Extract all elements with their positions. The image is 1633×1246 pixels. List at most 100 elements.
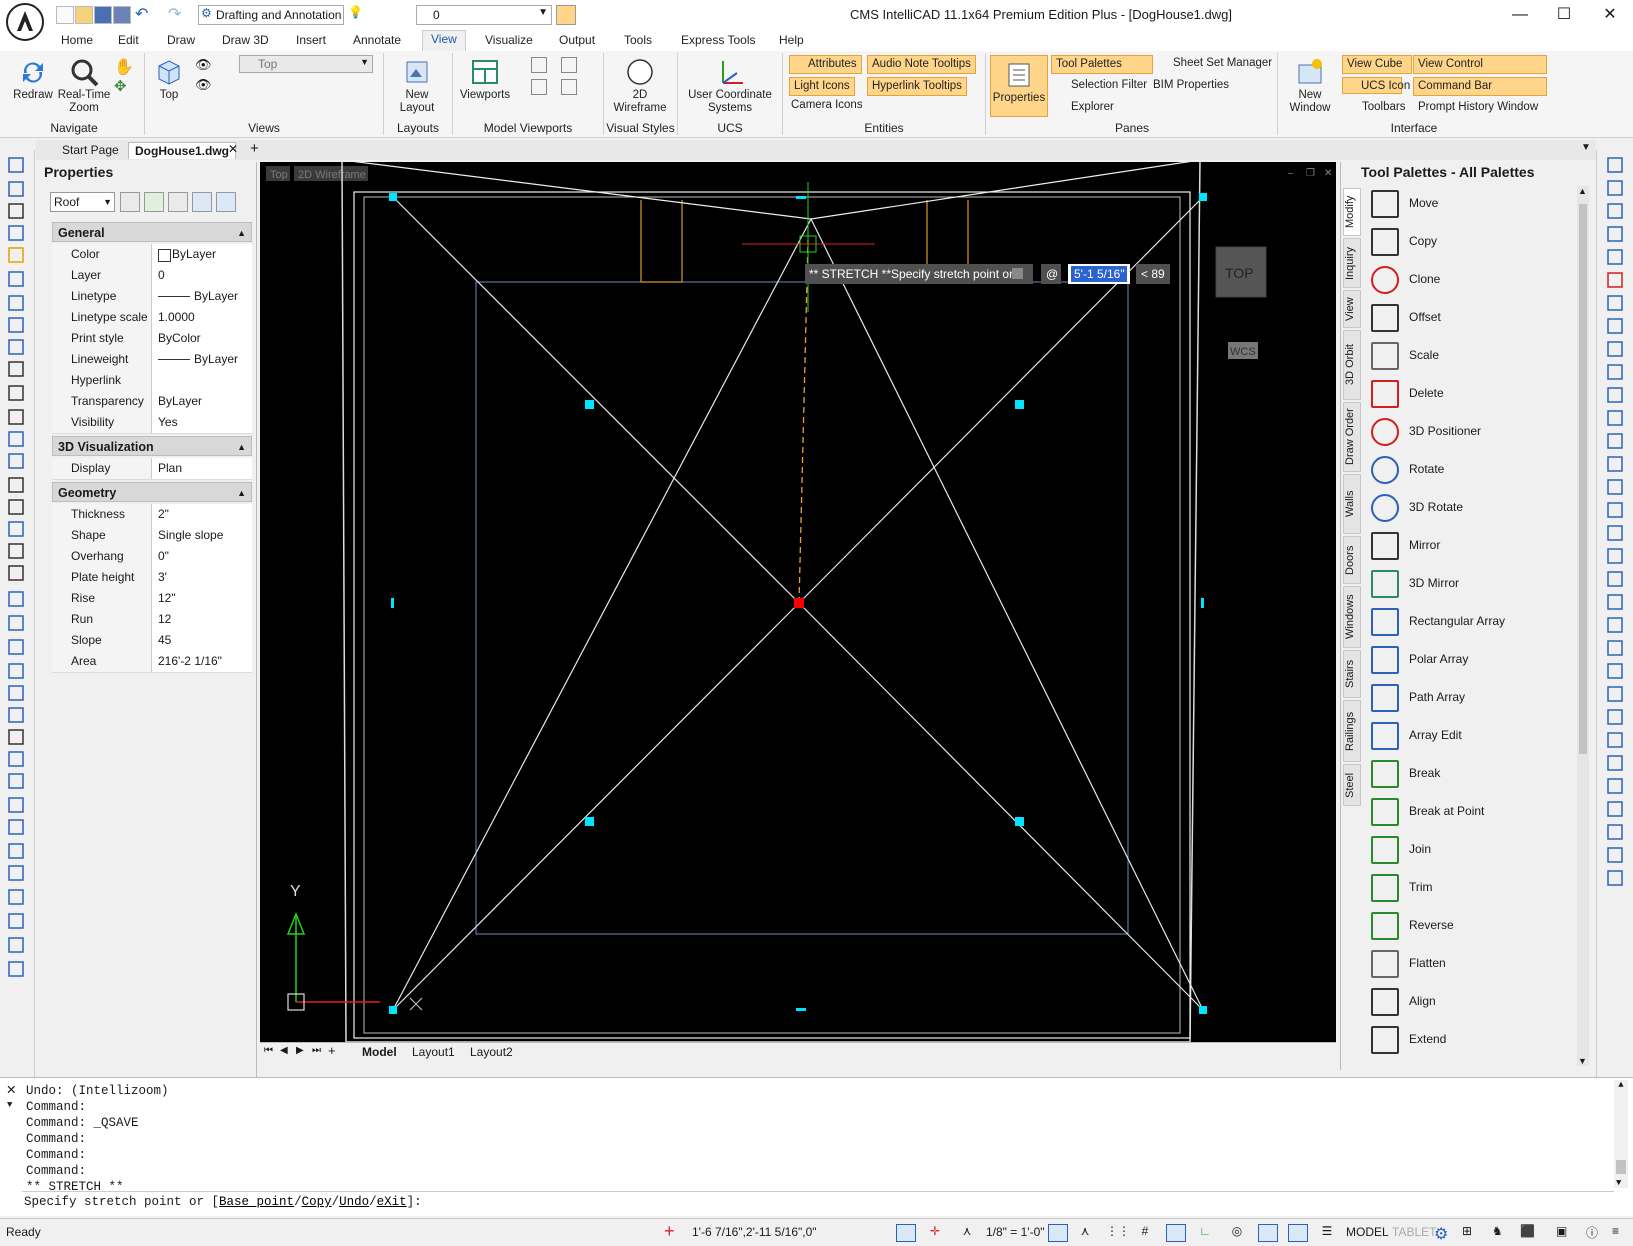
property-row[interactable]: Plate height 3' (52, 567, 252, 589)
filter-clear-icon[interactable] (216, 192, 236, 212)
draw-tool-icon[interactable] (8, 865, 24, 881)
tab-express-tools[interactable]: Express Tools (681, 33, 755, 47)
viewport-join-icon[interactable] (531, 57, 547, 73)
draw-tool-icon[interactable] (8, 317, 24, 333)
property-row[interactable]: Overhang 0" (52, 546, 252, 568)
annotation-scale-icon[interactable]: ⋏ (958, 1224, 976, 1240)
grid-snap-icon[interactable]: ✛ (926, 1224, 944, 1240)
tool-join[interactable]: Join (1371, 832, 1581, 868)
layout-tab-layout2[interactable]: Layout2 (470, 1045, 513, 1059)
tab-draw-3d[interactable]: Draw 3D (222, 33, 269, 47)
layout-tab-model[interactable]: Model (362, 1045, 397, 1059)
draw-tool-icon[interactable] (8, 181, 24, 197)
draw-tool-icon[interactable] (8, 431, 24, 447)
property-value[interactable]: 12" (154, 588, 255, 609)
draw-tool-icon[interactable] (8, 247, 24, 263)
toggle-pickadd-icon[interactable] (120, 192, 140, 212)
view-manager-icon[interactable]: 👁 (195, 77, 212, 93)
draw-tool-icon[interactable] (8, 339, 24, 355)
tool-scale[interactable]: Scale (1371, 338, 1581, 374)
option-undo[interactable]: Undo (339, 1195, 369, 1209)
tool-array-edit[interactable]: Array Edit (1371, 718, 1581, 754)
new-window-button[interactable]: New Window (1282, 57, 1338, 115)
property-value[interactable]: Yes (154, 412, 255, 433)
doctab-doghouse[interactable]: DogHouse1.dwg (128, 142, 237, 159)
modify-tool-icon[interactable] (1607, 341, 1623, 357)
scroll-up-icon[interactable]: ▲ (1614, 1080, 1628, 1090)
palette-tab-draw-order[interactable]: Draw Order (1343, 402, 1361, 472)
palette-tab-walls[interactable]: Walls (1343, 474, 1361, 534)
layer-combo[interactable]: 0 ▼ (416, 5, 552, 25)
select-objects-icon[interactable] (144, 192, 164, 212)
hardware-accel-icon[interactable]: ♞ (1492, 1224, 1510, 1240)
collapse-icon[interactable]: ▲ (237, 483, 246, 503)
property-value[interactable]: 45 (154, 630, 255, 651)
draw-tool-icon[interactable] (8, 409, 24, 425)
draw-tool-icon[interactable] (8, 615, 24, 631)
panel-label-interface[interactable]: Interface (1280, 121, 1548, 135)
tool-extend[interactable]: Extend (1371, 1022, 1581, 1058)
property-value[interactable]: ByLayer (154, 391, 255, 412)
property-value[interactable]: 0" (154, 546, 255, 567)
property-value[interactable] (154, 370, 255, 391)
tool-break-at-point[interactable]: Break at Point (1371, 794, 1581, 830)
prev-tab-icon[interactable]: ◀ (280, 1045, 288, 1056)
tab-insert[interactable]: Insert (296, 33, 326, 47)
collapse-icon[interactable]: ▲ (237, 437, 246, 457)
modify-tool-icon[interactable] (1607, 571, 1623, 587)
view-combo[interactable]: Top ▼ (239, 55, 373, 73)
viewport-restore-icon[interactable] (531, 79, 547, 95)
palette-tab-doors[interactable]: Doors (1343, 536, 1361, 584)
draw-tool-icon[interactable] (8, 453, 24, 469)
tab-visualize[interactable]: Visualize (485, 33, 533, 47)
modify-tool-icon[interactable] (1607, 709, 1623, 725)
tool-align[interactable]: Align (1371, 984, 1581, 1020)
property-row[interactable]: Lineweight ByLayer (52, 349, 252, 371)
annotation-scale[interactable]: 1/8" = 1'-0" (986, 1225, 1045, 1239)
view-label[interactable]: Top (270, 169, 288, 181)
tool-polar-array[interactable]: Polar Array (1371, 642, 1581, 678)
palette-scrollbar[interactable]: ▲ ▼ (1577, 186, 1589, 1066)
property-value[interactable]: ByLayer (154, 244, 269, 265)
tab-draw[interactable]: Draw (167, 33, 195, 47)
draw-tool-icon[interactable] (8, 729, 24, 745)
isolate-icon[interactable]: ⬛ (1520, 1224, 1538, 1240)
redo-icon[interactable]: ↷ (168, 4, 181, 24)
tool-delete[interactable]: Delete (1371, 376, 1581, 412)
property-row[interactable]: Slope 45 (52, 630, 252, 652)
layer-properties-icon[interactable] (556, 5, 576, 25)
close-icon[interactable]: ✕ (1590, 4, 1630, 26)
palette-tab-stairs[interactable]: Stairs (1343, 650, 1361, 698)
property-value[interactable]: Plan (154, 458, 255, 479)
command-window[interactable]: ✕ ▼ Undo: (Intellizoom) Command: Command: … (0, 1077, 1633, 1216)
modify-tool-icon[interactable] (1607, 617, 1623, 633)
modify-tool-icon[interactable] (1607, 525, 1623, 541)
grip[interactable] (389, 193, 397, 201)
modify-tool-icon[interactable] (1607, 663, 1623, 679)
viewport-convert-icon[interactable] (561, 79, 577, 95)
drawing-canvas[interactable]: Top 2D Wireframe – ❐ ✕ ** STRETCH **Spec… (260, 162, 1336, 1042)
sheet-set-manager-button[interactable]: Sheet Set Manager (1173, 57, 1272, 69)
property-group[interactable]: 3D Visualization ▲ (52, 436, 252, 456)
property-row[interactable]: Display represe...Plan (52, 458, 255, 496)
draw-tool-icon[interactable] (8, 271, 24, 287)
workspace-icon[interactable]: ⊞ (1462, 1224, 1480, 1240)
modify-tool-icon[interactable] (1607, 801, 1623, 817)
option-copy[interactable]: Copy (302, 1195, 332, 1209)
modify-tool-icon[interactable] (1607, 410, 1623, 426)
option-base-point[interactable]: Base point (219, 1195, 294, 1209)
palette-tab-steel[interactable]: Steel (1343, 764, 1361, 806)
tool-3d-rotate[interactable]: 3D Rotate (1371, 490, 1581, 526)
save-icon[interactable] (94, 6, 112, 24)
command-close-icon[interactable]: ✕ (6, 1082, 16, 1097)
info-icon[interactable]: ⓘ (1586, 1224, 1604, 1240)
property-row[interactable]: Hyperlink (52, 370, 252, 392)
draw-tool-icon[interactable] (8, 565, 24, 581)
property-row[interactable]: Run 12 (52, 609, 252, 631)
customize-icon[interactable]: ≡ (1612, 1224, 1630, 1240)
palette-tab-inquiry[interactable]: Inquiry (1343, 238, 1361, 288)
modify-tool-icon[interactable] (1607, 456, 1623, 472)
grip[interactable] (796, 1008, 806, 1011)
explorer-button[interactable]: Explorer (1071, 101, 1114, 113)
draw-tool-icon[interactable] (8, 889, 24, 905)
